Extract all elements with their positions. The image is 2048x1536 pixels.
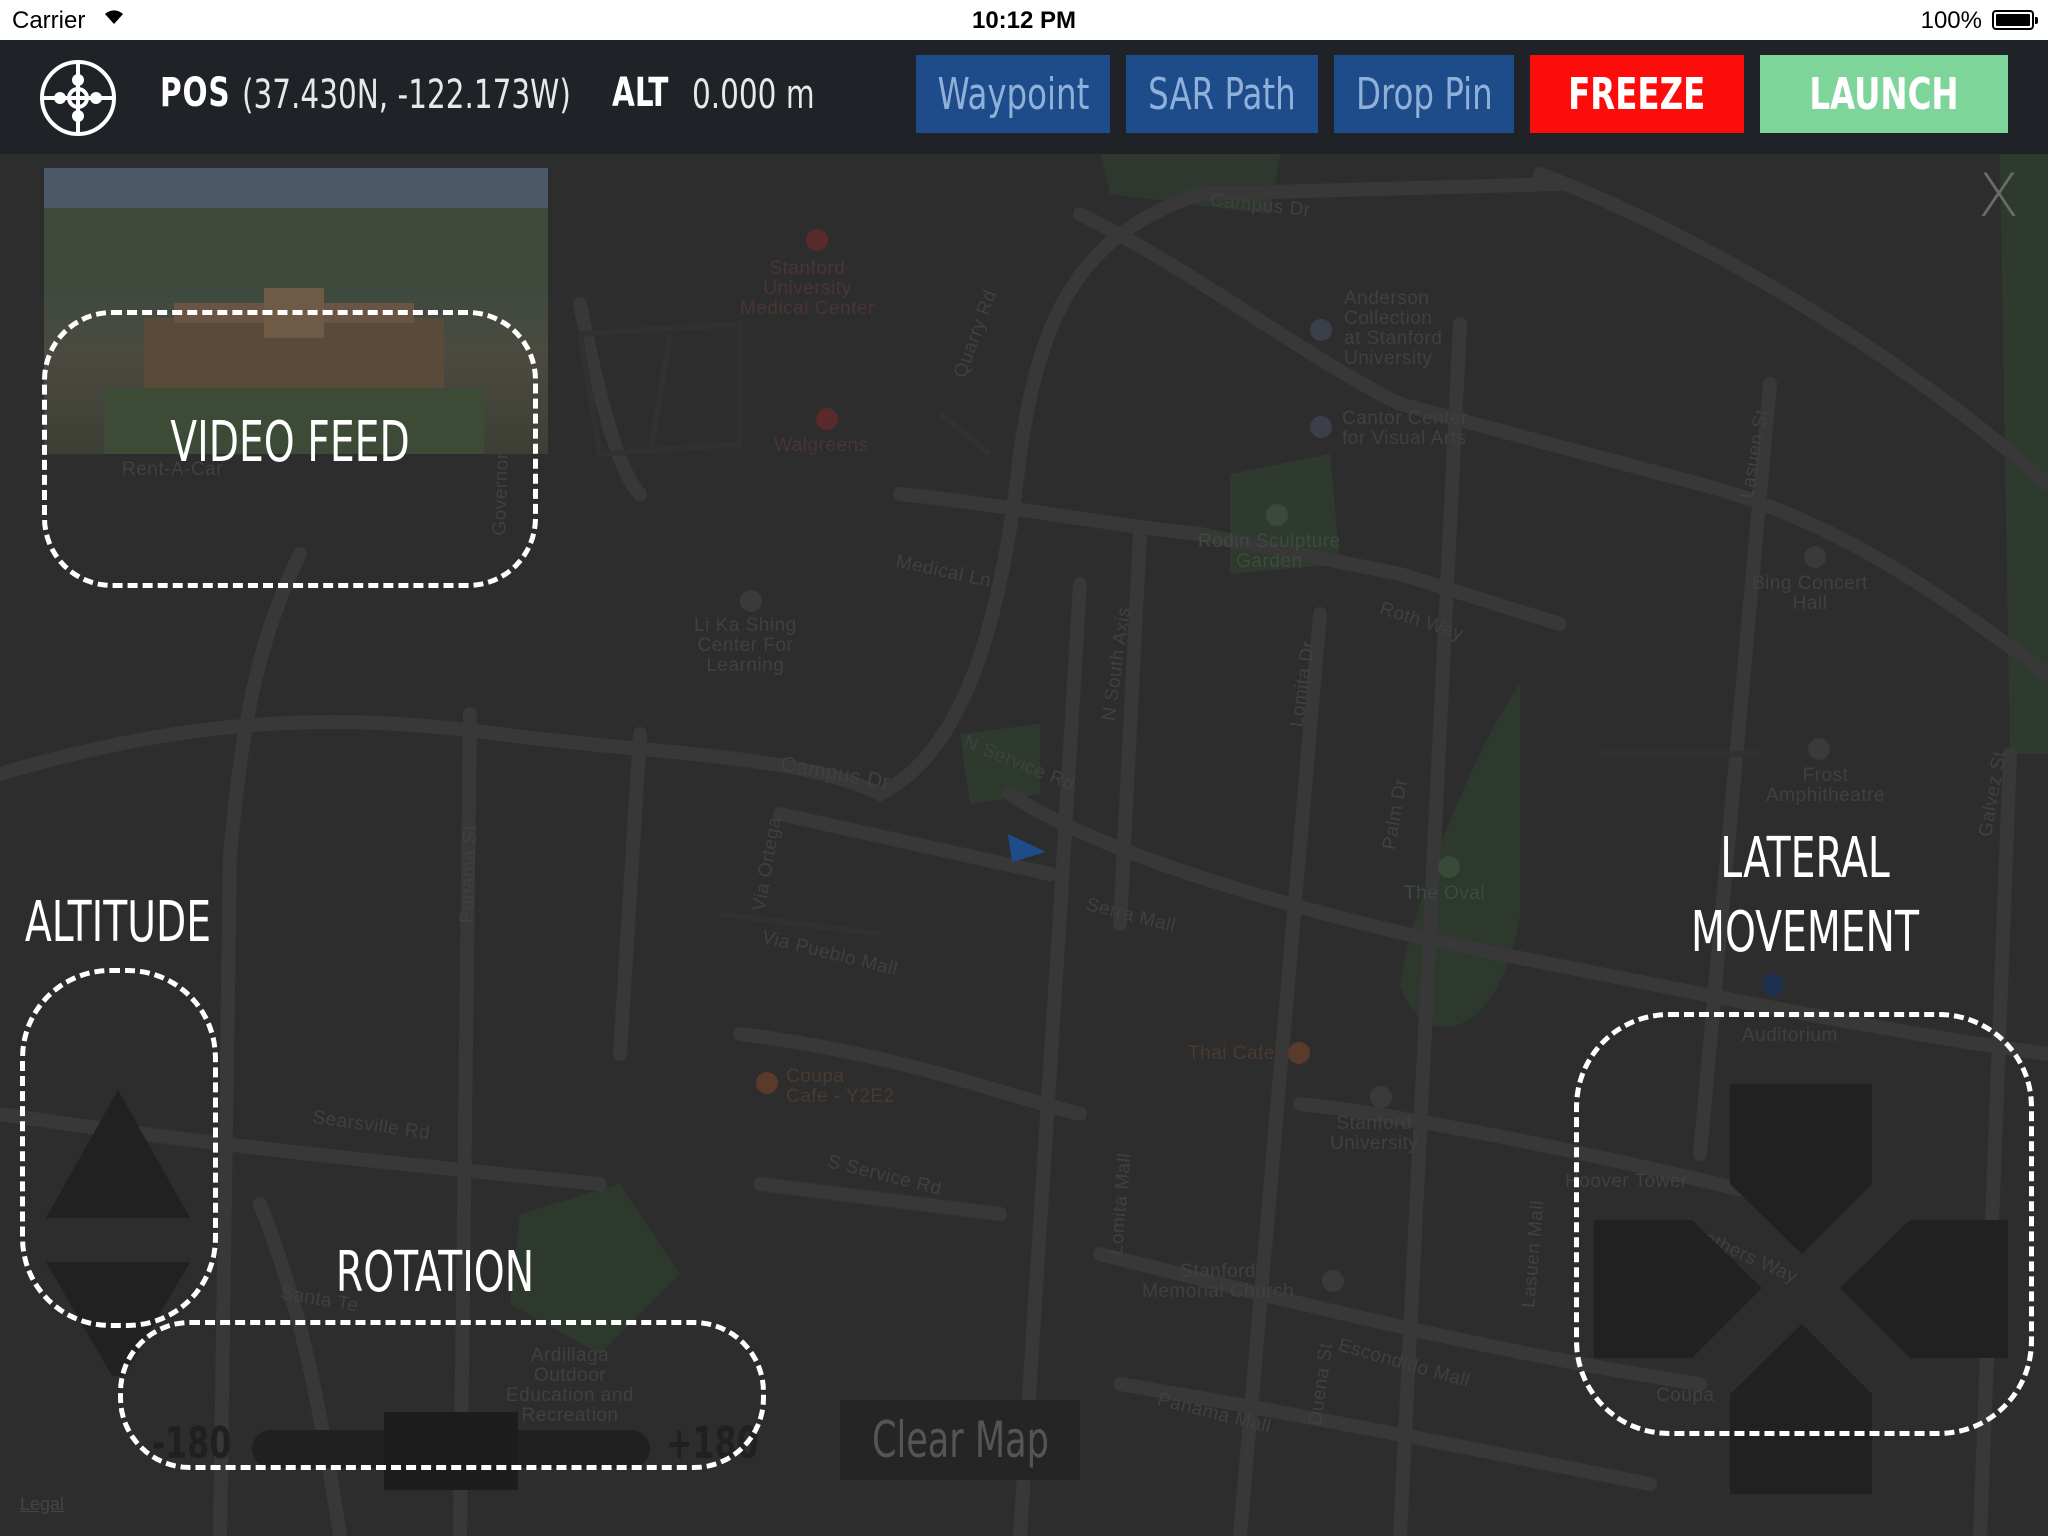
map-poi-label: Bing Concert Hall bbox=[1752, 573, 1868, 614]
drop-pin-button[interactable]: Drop Pin bbox=[1334, 55, 1514, 133]
lateral-movement-dashed-zone[interactable] bbox=[1574, 1012, 2034, 1436]
battery-percent: 100% bbox=[1920, 7, 1982, 34]
map-poi-label: Stanford University Medical Center bbox=[740, 258, 875, 319]
map-poi-label: Stanford Memorial Church bbox=[1142, 1261, 1295, 1302]
sar-path-button-label: SAR Path bbox=[1148, 68, 1296, 120]
altitude-control-label: ALTITUDE bbox=[24, 890, 212, 955]
waypoint-button[interactable]: Waypoint bbox=[916, 55, 1110, 133]
legal-link[interactable]: Legal bbox=[20, 1494, 64, 1515]
close-button[interactable]: X bbox=[1978, 166, 2019, 226]
position-label: POS bbox=[160, 70, 231, 116]
rotation-control-label: ROTATION bbox=[335, 1240, 535, 1305]
status-bar: Carrier 10:12 PM 100% bbox=[0, 0, 2048, 40]
video-feed-label: VIDEO FEED bbox=[170, 410, 410, 475]
university-pin-icon bbox=[1370, 1086, 1392, 1108]
info-pin-icon bbox=[1762, 974, 1784, 996]
drone-crosshair-logo-icon bbox=[40, 60, 116, 136]
hospital-pin-icon bbox=[806, 229, 828, 251]
altitude-dashed-zone[interactable] bbox=[20, 968, 218, 1328]
amphitheatre-pin-icon bbox=[1808, 738, 1830, 760]
restaurant-pin-icon bbox=[1288, 1042, 1310, 1064]
battery-icon bbox=[1992, 10, 2038, 30]
map-poi-label: The Oval bbox=[1404, 883, 1486, 904]
map-poi-label: Frost Amphitheatre bbox=[1766, 765, 1886, 806]
museum-pin-icon bbox=[1310, 319, 1332, 341]
map-poi-label: Coupa Cafe - Y2E2 bbox=[786, 1066, 895, 1107]
freeze-button[interactable]: FREEZE bbox=[1530, 55, 1744, 133]
church-pin-icon bbox=[1322, 1270, 1344, 1292]
park-pin-icon bbox=[1438, 856, 1460, 878]
status-time: 10:12 PM bbox=[971, 7, 1077, 34]
clear-map-label: Clear Map bbox=[871, 1411, 1049, 1469]
lateral-movement-label-line1: LATERAL bbox=[1720, 826, 1890, 891]
clear-map-button[interactable]: Clear Map bbox=[840, 1400, 1080, 1480]
lateral-movement-label-line2: MOVEMENT bbox=[1691, 900, 1919, 965]
rotation-dashed-zone[interactable] bbox=[118, 1320, 766, 1470]
drop-pin-button-label: Drop Pin bbox=[1355, 68, 1493, 120]
map-poi-label: Stanford University bbox=[1330, 1113, 1419, 1154]
sar-path-button[interactable]: SAR Path bbox=[1126, 55, 1318, 133]
map-street-label: Panama St bbox=[456, 824, 481, 924]
altitude-value: 0.000 m bbox=[692, 72, 815, 118]
top-toolbar: POS (37.430N, -122.173W) ALT 0.000 m Way… bbox=[0, 40, 2048, 154]
launch-button[interactable]: LAUNCH bbox=[1760, 55, 2008, 133]
map-poi-label: Rodin Sculpture Garden bbox=[1198, 531, 1341, 572]
map-poi-label: Walgreens bbox=[774, 435, 869, 456]
theater-pin-icon bbox=[1804, 546, 1826, 568]
cafe-pin-icon bbox=[756, 1072, 778, 1094]
freeze-button-label: FREEZE bbox=[1568, 68, 1706, 120]
waypoint-button-label: Waypoint bbox=[937, 68, 1089, 120]
map-poi-label: Thai Cafe bbox=[1188, 1043, 1275, 1064]
pharmacy-pin-icon bbox=[816, 408, 838, 430]
launch-button-label: LAUNCH bbox=[1809, 68, 1959, 120]
map-poi-label: Li Ka Shing Center For Learning bbox=[694, 615, 797, 676]
map-poi-label: Cantor Center for Visual Arts bbox=[1342, 408, 1468, 449]
garden-pin-icon bbox=[1266, 504, 1288, 526]
position-value: (37.430N, -122.173W) bbox=[242, 72, 571, 118]
altitude-label: ALT bbox=[612, 70, 669, 116]
map-poi-label: Anderson Collection at Stanford Universi… bbox=[1344, 288, 1443, 369]
school-pin-icon bbox=[740, 590, 762, 612]
museum-pin-icon bbox=[1310, 416, 1332, 438]
